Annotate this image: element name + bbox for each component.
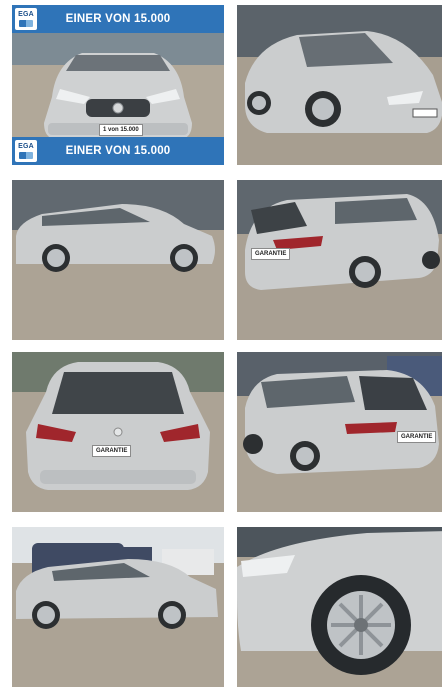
car-wheel-detail-image bbox=[237, 527, 442, 687]
car-photo-wheel-detail[interactable] bbox=[237, 527, 442, 687]
car-photo-left-side[interactable] bbox=[12, 180, 224, 340]
promo-banner-bottom: EGA EINER VON 15.000 bbox=[12, 137, 224, 165]
banner-text: EINER VON 15.000 bbox=[65, 13, 171, 25]
promo-banner-top: EGA EINER VON 15.000 bbox=[12, 5, 224, 33]
dealer-plate: GARANTIE bbox=[251, 248, 291, 260]
car-left-side-van-image bbox=[12, 527, 224, 687]
car-photo-rear-left[interactable]: GARANTIE bbox=[237, 180, 442, 340]
license-plate: 1 von 15.000 bbox=[99, 124, 143, 136]
car-front-right-image bbox=[237, 5, 442, 165]
car-photo-front[interactable]: EGA EINER VON 15.000 1 von 15.000 EGA EI… bbox=[12, 5, 224, 165]
ega-logo: EGA bbox=[15, 8, 37, 30]
ega-logo-mark bbox=[19, 20, 33, 27]
car-left-side-image bbox=[12, 180, 224, 340]
ega-logo: EGA bbox=[15, 140, 37, 162]
car-rear-left-image bbox=[237, 180, 442, 340]
banner-text: EINER VON 15.000 bbox=[65, 145, 171, 157]
car-photo-rear[interactable]: GARANTIE bbox=[12, 352, 224, 512]
dealer-plate: GARANTIE bbox=[397, 431, 437, 443]
car-photo-front-right[interactable] bbox=[237, 5, 442, 165]
dealer-plate: GARANTIE bbox=[92, 445, 132, 457]
ega-logo-mark bbox=[19, 152, 33, 159]
car-rear-image bbox=[12, 352, 224, 512]
photo-gallery: EGA EINER VON 15.000 1 von 15.000 EGA EI… bbox=[0, 0, 442, 687]
car-photo-left-side-van[interactable] bbox=[12, 527, 224, 687]
car-photo-rear-right[interactable]: GARANTIE bbox=[237, 352, 442, 512]
